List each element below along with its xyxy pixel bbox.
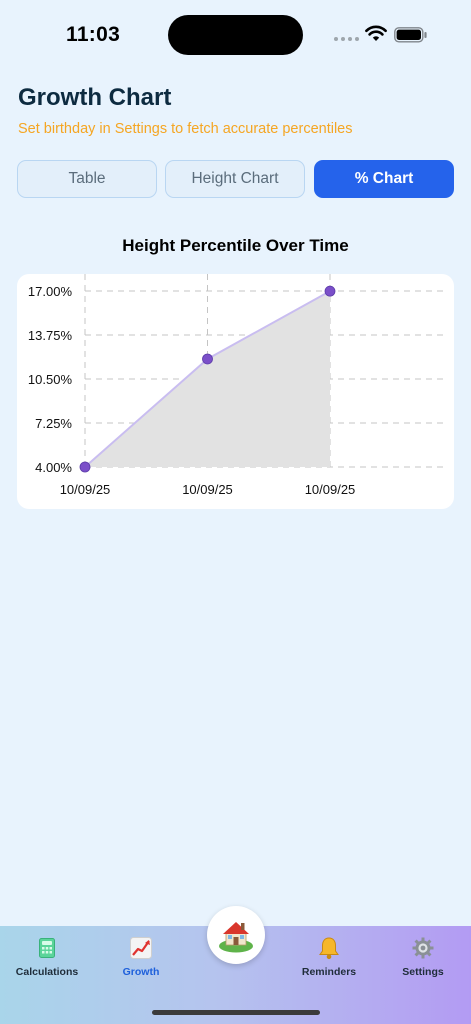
house-icon [219,922,253,953]
y-tick-label: 7.25% [35,416,72,431]
birthday-warning: Set birthday in Settings to fetch accura… [18,121,353,137]
y-tick-label: 17.00% [28,284,73,299]
y-tick-label: 10.50% [28,372,73,387]
tab-reminders-label: Reminders [301,966,357,978]
x-tick-label: 10/09/25 [182,482,233,497]
calculator-icon [39,936,55,960]
tab-height-chart[interactable]: Height Chart [165,160,305,198]
x-axis-ticks: 10/09/25 10/09/25 10/09/25 [60,482,356,497]
percentile-chart: 17.00%13.75%10.50%7.25%4.00% 10/09/25 10/… [28,274,447,497]
gear-icon [412,936,434,960]
tab-reminders[interactable]: Reminders [289,936,369,978]
home-indicator [152,1010,320,1015]
percentile-chart-card: 17.00% 13.75% 10.50% 7.25% 4.00% 10/09/25 10/… [17,274,454,509]
x-tick-label: 10/09/25 [60,482,111,497]
tab-settings[interactable]: Settings [383,936,463,978]
tab-settings-label: Settings [402,966,444,978]
chart-increasing-icon [130,936,152,960]
page-title: Growth Chart [18,84,172,111]
battery-icon [394,27,427,43]
y-axis-ticks: 17.00% 13.75% 10.50% 7.25% 4.00% [28,284,73,475]
status-bar: 11:03 [0,0,471,70]
dynamic-island [168,15,303,55]
tab-table[interactable]: Table [17,160,157,198]
status-time: 11:03 [66,23,121,46]
tab-growth-label: Growth [122,966,160,978]
data-point [324,285,336,297]
wifi-icon [365,25,387,41]
bell-icon [318,936,340,960]
chart-title: Height Percentile Over Time [122,236,349,255]
home-button[interactable] [207,906,265,964]
cellular-signal-icon [334,37,359,41]
y-tick-label: 4.00% [35,460,72,475]
data-point [79,461,91,473]
tab-calculations[interactable]: Calculations [7,936,87,978]
x-tick-label: 10/09/25 [305,482,356,497]
tab-percent-chart[interactable]: % Chart [314,160,454,198]
y-tick-label: 13.75% [28,328,73,343]
data-point [202,353,213,365]
tab-calculations-label: Calculations [15,966,79,978]
tab-growth[interactable]: Growth [101,936,181,978]
